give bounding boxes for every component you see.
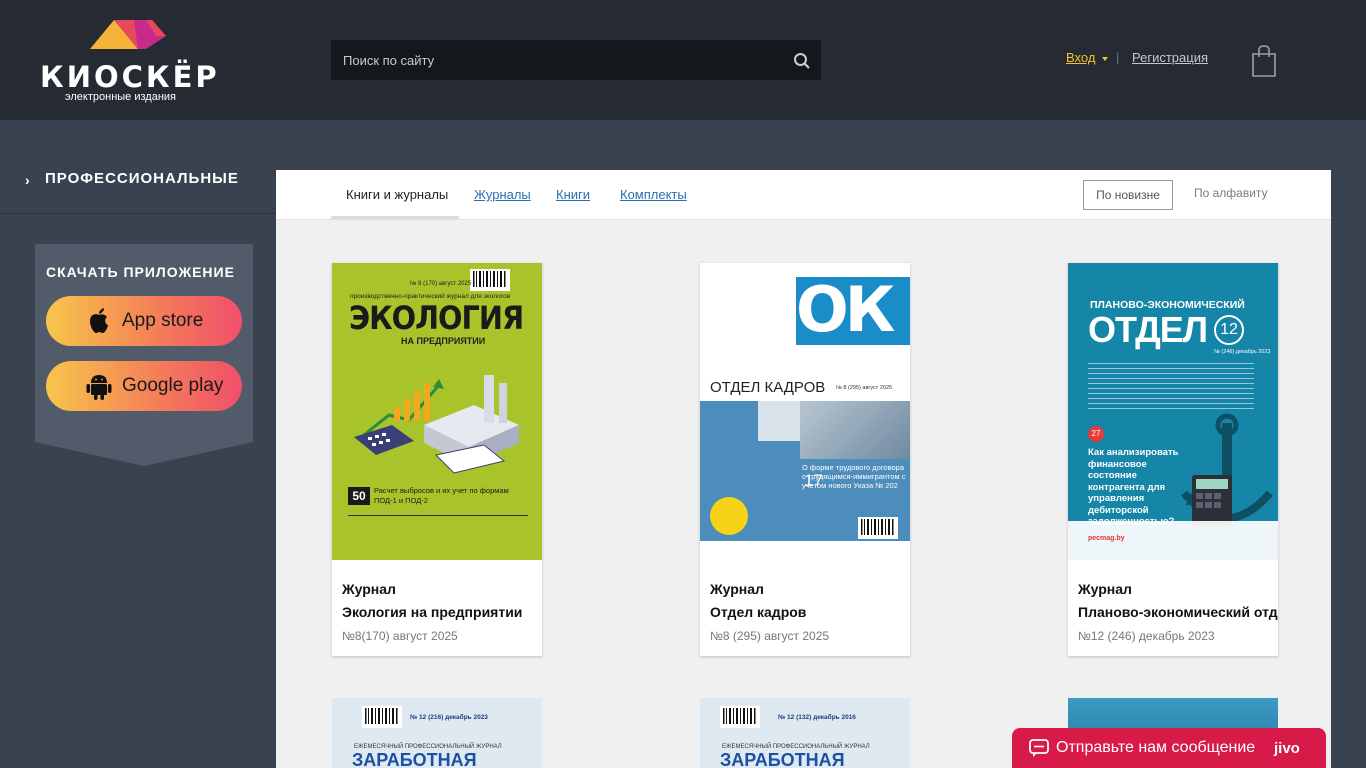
product-type: Журнал <box>1078 581 1132 597</box>
cover-title: ЗАРАБОТНАЯ <box>720 750 845 768</box>
magazine-cover[interactable]: ОК ОТДЕЛ КАДРОВ № 8 (295) август 2025 О … <box>700 263 910 560</box>
tab-books-and-magazines[interactable]: Книги и журналы <box>346 187 448 202</box>
product-title[interactable]: Экология на предприятии <box>342 604 542 620</box>
app-store-button[interactable]: App store <box>46 296 242 346</box>
cover-issue-small: № 8 (170) август 2025 <box>410 281 472 287</box>
product-type: Журнал <box>710 581 764 597</box>
cover-title: ОТДЕЛ <box>1088 309 1208 350</box>
cover-yellow-art <box>710 497 748 535</box>
product-issue: №12 (246) декабрь 2023 <box>1078 629 1215 643</box>
shopping-bag-icon[interactable] <box>1250 44 1278 78</box>
chat-bubble-icon <box>1029 739 1049 757</box>
product-card[interactable]: ОК ОТДЕЛ КАДРОВ № 8 (295) август 2025 О … <box>700 263 910 656</box>
tab-books[interactable]: Книги <box>556 187 590 202</box>
product-card[interactable]: № 8 (170) август 2025 производственно-пр… <box>332 263 542 656</box>
cover-title: ОТДЕЛ КАДРОВ <box>710 379 826 396</box>
anchor-illustration <box>1180 413 1274 527</box>
header-separator: | <box>1116 50 1120 65</box>
google-play-button[interactable]: Google play <box>46 361 242 411</box>
chat-brand: jivo <box>1274 740 1300 757</box>
cover-page-number: 17 <box>804 471 823 490</box>
cover-logo-text: ОК <box>796 273 895 346</box>
google-play-label: Google play <box>122 375 224 396</box>
barcode-icon <box>470 269 510 291</box>
product-title[interactable]: Отдел кадров <box>710 604 910 620</box>
cover-title: ЭКОЛОГИЯ <box>349 299 524 337</box>
site-logo[interactable]: КИОСКЁР электронные издания <box>40 18 217 108</box>
chevron-right-icon: › <box>25 172 30 188</box>
sort-by-newest-button[interactable]: По новизне <box>1083 180 1173 210</box>
chat-widget-button[interactable]: Отправьте нам сообщение jivo <box>1012 728 1326 768</box>
cover-issue-small: № 8 (295) август 2025 <box>836 385 893 391</box>
sidebar-item-label: ПРОФЕССИОНАЛЬНЫЕ <box>45 170 239 187</box>
logo-text: КИОСКЁР <box>40 60 220 94</box>
barcode-icon <box>362 706 402 728</box>
app-store-label: App store <box>122 310 204 331</box>
magazine-cover[interactable]: № 8 (170) август 2025 производственно-пр… <box>332 263 542 560</box>
cover-issue-small: № (246) декабрь 2023 <box>1214 349 1271 355</box>
sidebar-item-professional[interactable]: › ПРОФЕССИОНАЛЬНЫЕ <box>0 160 276 214</box>
barcode-icon <box>858 517 898 539</box>
site-header: КИОСКЁР электронные издания Вход | Регис… <box>0 0 1366 120</box>
chevron-down-icon[interactable] <box>1102 57 1108 61</box>
barcode-icon <box>720 706 760 728</box>
search-input[interactable] <box>331 40 781 80</box>
chat-label: Отправьте нам сообщение <box>1056 739 1256 756</box>
factory-illustration <box>354 375 519 474</box>
cover-issue-small: № 12 (216) декабрь 2023 <box>410 714 488 721</box>
android-icon <box>86 375 112 400</box>
search-bar <box>331 40 821 80</box>
search-icon[interactable] <box>793 52 811 70</box>
active-tab-indicator <box>331 216 459 219</box>
cover-badge: 50 <box>348 487 370 505</box>
cover-subtitle: НА ПРЕДПРИЯТИИ <box>401 336 486 346</box>
cover-number: 12 <box>1214 315 1244 345</box>
register-link[interactable]: Регистрация <box>1132 50 1208 65</box>
cover-badge: 27 <box>1088 426 1104 442</box>
catalog-panel: Книги и журналы Журналы Книги Комплекты … <box>276 170 1331 768</box>
product-card[interactable]: ПЛАНОВО-ЭКОНОМИЧЕСКИЙ ОТДЕЛ 12 № (246) д… <box>1068 263 1278 656</box>
product-issue: №8 (295) август 2025 <box>710 629 830 643</box>
cover-title: ЗАРАБОТНАЯ <box>352 750 477 768</box>
cover-issue-small: № 12 (132) декабрь 2016 <box>778 714 856 721</box>
app-download-title: СКАЧАТЬ ПРИЛОЖЕНИЕ <box>46 264 235 280</box>
tab-bundles[interactable]: Комплекты <box>620 187 687 202</box>
cover-badge-text: Расчет выбросов и их учет по формам ПОД-… <box>374 486 509 505</box>
product-issue: №8(170) август 2025 <box>342 629 458 643</box>
cover-site-overlay: pecmag.by <box>1088 535 1125 542</box>
product-title[interactable]: Планово-экономический отдел <box>1078 604 1278 620</box>
tab-magazines[interactable]: Журналы <box>474 187 531 202</box>
apple-icon <box>90 308 108 333</box>
cover-photo-small <box>758 401 800 441</box>
product-type: Журнал <box>342 581 396 597</box>
logo-mark-icon <box>90 20 166 49</box>
sort-by-alphabet-link[interactable]: По алфавиту <box>1194 186 1268 200</box>
cover-photo <box>800 401 910 459</box>
catalog-tabs: Книги и журналы Журналы Книги Комплекты … <box>276 170 1331 220</box>
logo-subtitle: электронные издания <box>65 91 177 103</box>
cover-divider <box>348 515 528 516</box>
login-link[interactable]: Вход <box>1066 50 1095 65</box>
cover-text-block <box>1088 363 1254 413</box>
magazine-cover[interactable]: ПЛАНОВО-ЭКОНОМИЧЕСКИЙ ОТДЕЛ 12 № (246) д… <box>1068 263 1278 560</box>
product-card[interactable]: № 12 (132) декабрь 2016 ЕЖЕМЕСЯЧНЫЙ ПРОФ… <box>700 698 910 768</box>
product-card[interactable]: № 12 (216) декабрь 2023 ЕЖЕМЕСЯЧНЫЙ ПРОФ… <box>332 698 542 768</box>
